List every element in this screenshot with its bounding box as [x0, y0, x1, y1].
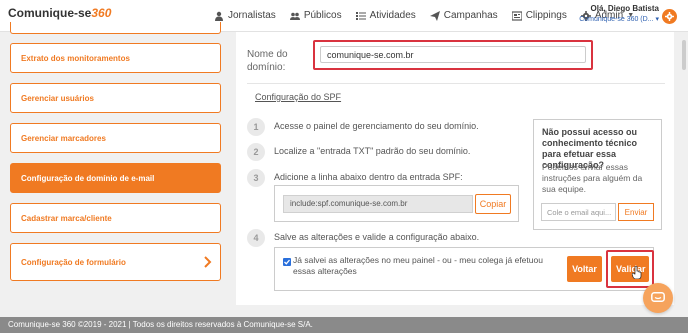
nav-label: Públicos — [303, 10, 342, 21]
sidebar-item-marcadores[interactable]: Gerenciar marcadores — [10, 123, 221, 153]
users-icon — [215, 11, 223, 21]
nav-clippings[interactable]: Clippings — [511, 10, 567, 21]
sidebar-item-label: Extrato dos monitoramentos — [21, 53, 130, 63]
user-menu[interactable]: Olá, Diego Batista Comunique-se 360 (D..… — [579, 4, 659, 23]
nav-publicos[interactable]: Públicos — [289, 10, 342, 21]
step-text: Acesse o painel de gerenciamento do seu … — [274, 121, 479, 131]
chat-icon — [651, 292, 665, 302]
back-button[interactable]: Voltar — [567, 256, 602, 282]
sidebar-item-label: Configuração de domínio de e-mail — [21, 173, 155, 183]
chat-button[interactable] — [643, 283, 673, 313]
footer: Comunique-se 360 ©2019 - 2021 | Todos os… — [0, 317, 688, 333]
nav-label: Atividades — [369, 10, 416, 21]
newspaper-icon — [511, 10, 522, 21]
chevron-right-icon — [204, 256, 212, 268]
step-text: Salve as alterações e valide a configura… — [274, 232, 480, 242]
sidebar-item-previous[interactable] — [10, 22, 221, 34]
spf-record-value[interactable]: include:spf.comunique-se.com.br — [283, 195, 473, 213]
footer-text: Comunique-se 360 ©2019 - 2021 | Todos os… — [8, 320, 313, 329]
sidebar-item-extrato[interactable]: Extrato dos monitoramentos — [10, 43, 221, 73]
validate-button[interactable]: Validar — [611, 256, 649, 282]
nav-label: Campanhas — [443, 10, 498, 21]
settings-button[interactable] — [662, 9, 677, 24]
help-card: Não possui acesso ou conhecimento técnic… — [533, 119, 662, 230]
sidebar-item-label: Configuração de formulário — [21, 257, 126, 267]
help-email-input[interactable]: Cole o email aqui... — [541, 203, 616, 221]
copy-button[interactable]: Copiar — [475, 194, 511, 214]
step-text: Localize a "entrada TXT" padrão do seu d… — [274, 146, 471, 156]
sidebar-item-label: Gerenciar usuários — [21, 93, 94, 103]
nav-campanhas[interactable]: Campanhas — [429, 10, 498, 21]
logo[interactable]: Comunique-se360 — [8, 6, 111, 20]
send-button[interactable]: Enviar — [618, 203, 654, 221]
check-icon — [284, 259, 290, 265]
nav-atividades[interactable]: Atividades — [355, 10, 416, 21]
scrollbar[interactable] — [682, 40, 686, 70]
help-body: Podemos enviar essas instruções para alg… — [542, 162, 643, 194]
domain-highlight: comunique-se.com.br — [313, 40, 593, 70]
sidebar-item-dominio[interactable]: Configuração de domínio de e-mail — [10, 163, 221, 193]
nav-jornalistas[interactable]: Jornalistas — [214, 10, 276, 21]
nav-label: Clippings — [525, 10, 567, 21]
validate-highlight: Validar — [606, 250, 654, 288]
step-number: 4 — [247, 229, 265, 247]
nav-label: Jornalistas — [228, 10, 276, 21]
domain-input[interactable]: comunique-se.com.br — [320, 46, 586, 63]
logo-text: Comunique-se — [8, 6, 92, 20]
user-org: Comunique-se 360 (D... ▾ — [579, 16, 659, 23]
domain-label: Nome do domínio: — [247, 49, 288, 73]
main-nav: Jornalistas Públicos Atividades Campanha… — [214, 10, 634, 21]
step-text: Adicione a linha abaixo dentro da entrad… — [274, 172, 463, 182]
saved-changes-checkbox[interactable] — [283, 258, 291, 266]
spf-record-box: include:spf.comunique-se.com.br Copiar — [274, 185, 519, 222]
step-number: 2 — [247, 143, 265, 161]
spf-config-link[interactable]: Configuração do SPF — [255, 92, 341, 102]
sidebar-item-marca[interactable]: Cadastrar marca/cliente — [10, 203, 221, 233]
step-number: 3 — [247, 169, 265, 187]
domain-config-panel: Nome do domínio: comunique-se.com.br Con… — [236, 32, 674, 305]
sidebar-item-usuarios[interactable]: Gerenciar usuários — [10, 83, 221, 113]
gear-icon — [665, 12, 674, 21]
user-greeting: Olá, Diego Batista — [590, 4, 659, 13]
sidebar-item-label: Cadastrar marca/cliente — [21, 213, 112, 223]
save-confirmation-box: Já salvei as alterações no meu painel - … — [274, 247, 654, 291]
sidebar-item-label: Gerenciar marcadores — [21, 133, 106, 143]
sidebar-item-formulario[interactable]: Configuração de formulário — [10, 243, 221, 281]
saved-changes-label: Já salvei as alterações no meu painel - … — [293, 255, 543, 276]
hand-cursor-icon — [632, 266, 642, 279]
send-icon — [429, 10, 440, 21]
step-number: 1 — [247, 118, 265, 136]
divider — [247, 83, 665, 84]
list-icon — [355, 11, 366, 20]
logo-accent: 360 — [91, 6, 112, 20]
group-icon — [289, 12, 300, 20]
